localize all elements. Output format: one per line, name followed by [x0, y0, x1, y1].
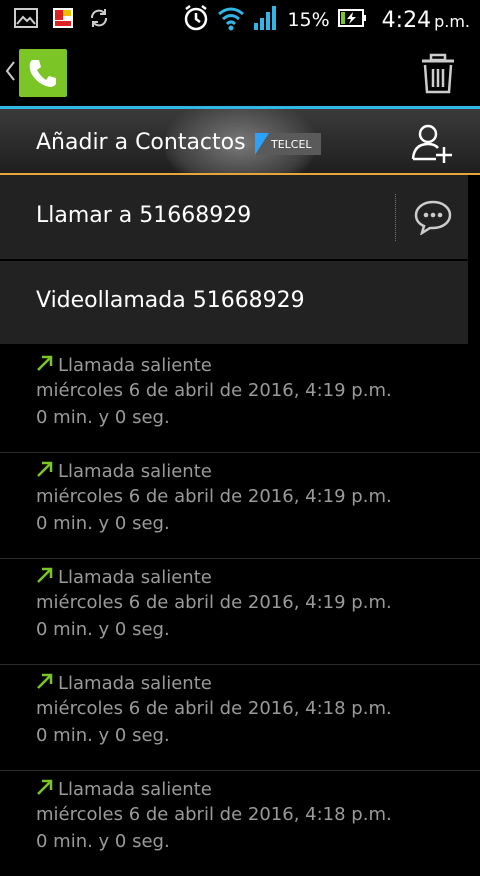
signal-icon — [253, 5, 279, 35]
action-bar — [0, 38, 480, 106]
outgoing-call-icon — [36, 566, 54, 589]
call-date: miércoles 6 de abril de 2016, 4:19 p.m. — [36, 592, 392, 613]
status-bar: 15% 4:24 p.m. — [0, 0, 480, 38]
call-type-label: Llamada saliente — [58, 779, 212, 800]
call-type-label: Llamada saliente — [58, 673, 212, 694]
wifi-icon — [217, 5, 245, 35]
call-log-item: Llamada saliente miércoles 6 de abril de… — [0, 346, 480, 453]
phone-app-icon[interactable] — [19, 49, 67, 97]
outgoing-call-icon — [36, 778, 54, 801]
call-log-item: Llamada saliente miércoles 6 de abril de… — [0, 770, 480, 876]
call-label[interactable]: Llamar a 51668929 — [36, 203, 251, 228]
store-icon — [52, 7, 74, 33]
battery-percent: 15% — [287, 9, 330, 31]
call-date: miércoles 6 de abril de 2016, 4:18 p.m. — [36, 698, 392, 719]
action-divider — [395, 194, 396, 241]
gallery-icon — [14, 7, 38, 33]
message-icon[interactable] — [414, 199, 452, 239]
call-duration: 0 min. y 0 seg. — [36, 619, 170, 640]
carrier-badge-label: TELCEL — [271, 137, 312, 151]
add-to-contacts-label[interactable]: Añadir a Contactos — [36, 130, 246, 155]
sync-icon — [88, 7, 110, 33]
trash-icon[interactable] — [418, 52, 458, 100]
call-date: miércoles 6 de abril de 2016, 4:18 p.m. — [36, 804, 392, 825]
add-contact-icon[interactable] — [410, 121, 454, 169]
outgoing-call-icon — [36, 354, 54, 377]
carrier-badge: TELCEL — [255, 133, 321, 155]
outgoing-call-icon — [36, 460, 54, 483]
call-date: miércoles 6 de abril de 2016, 4:19 p.m. — [36, 380, 392, 401]
call-duration: 0 min. y 0 seg. — [36, 831, 170, 852]
call-duration: 0 min. y 0 seg. — [36, 513, 170, 534]
clock-time: 4:24 — [381, 7, 432, 33]
video-call-label[interactable]: Videollamada 51668929 — [36, 288, 305, 313]
call-type-label: Llamada saliente — [58, 461, 212, 482]
call-log-item: Llamada saliente miércoles 6 de abril de… — [0, 664, 480, 771]
back-chevron-icon[interactable] — [5, 60, 15, 88]
call-type-label: Llamada saliente — [58, 567, 212, 588]
call-log-item: Llamada saliente miércoles 6 de abril de… — [0, 558, 480, 665]
call-type-label: Llamada saliente — [58, 355, 212, 376]
call-duration: 0 min. y 0 seg. — [36, 725, 170, 746]
call-duration: 0 min. y 0 seg. — [36, 407, 170, 428]
outgoing-call-icon — [36, 672, 54, 695]
clock-ampm: p.m. — [434, 11, 470, 31]
alarm-icon — [183, 4, 209, 36]
battery-charging-icon — [337, 7, 368, 33]
call-date: miércoles 6 de abril de 2016, 4:19 p.m. — [36, 486, 392, 507]
call-log-item: Llamada saliente miércoles 6 de abril de… — [0, 452, 480, 559]
